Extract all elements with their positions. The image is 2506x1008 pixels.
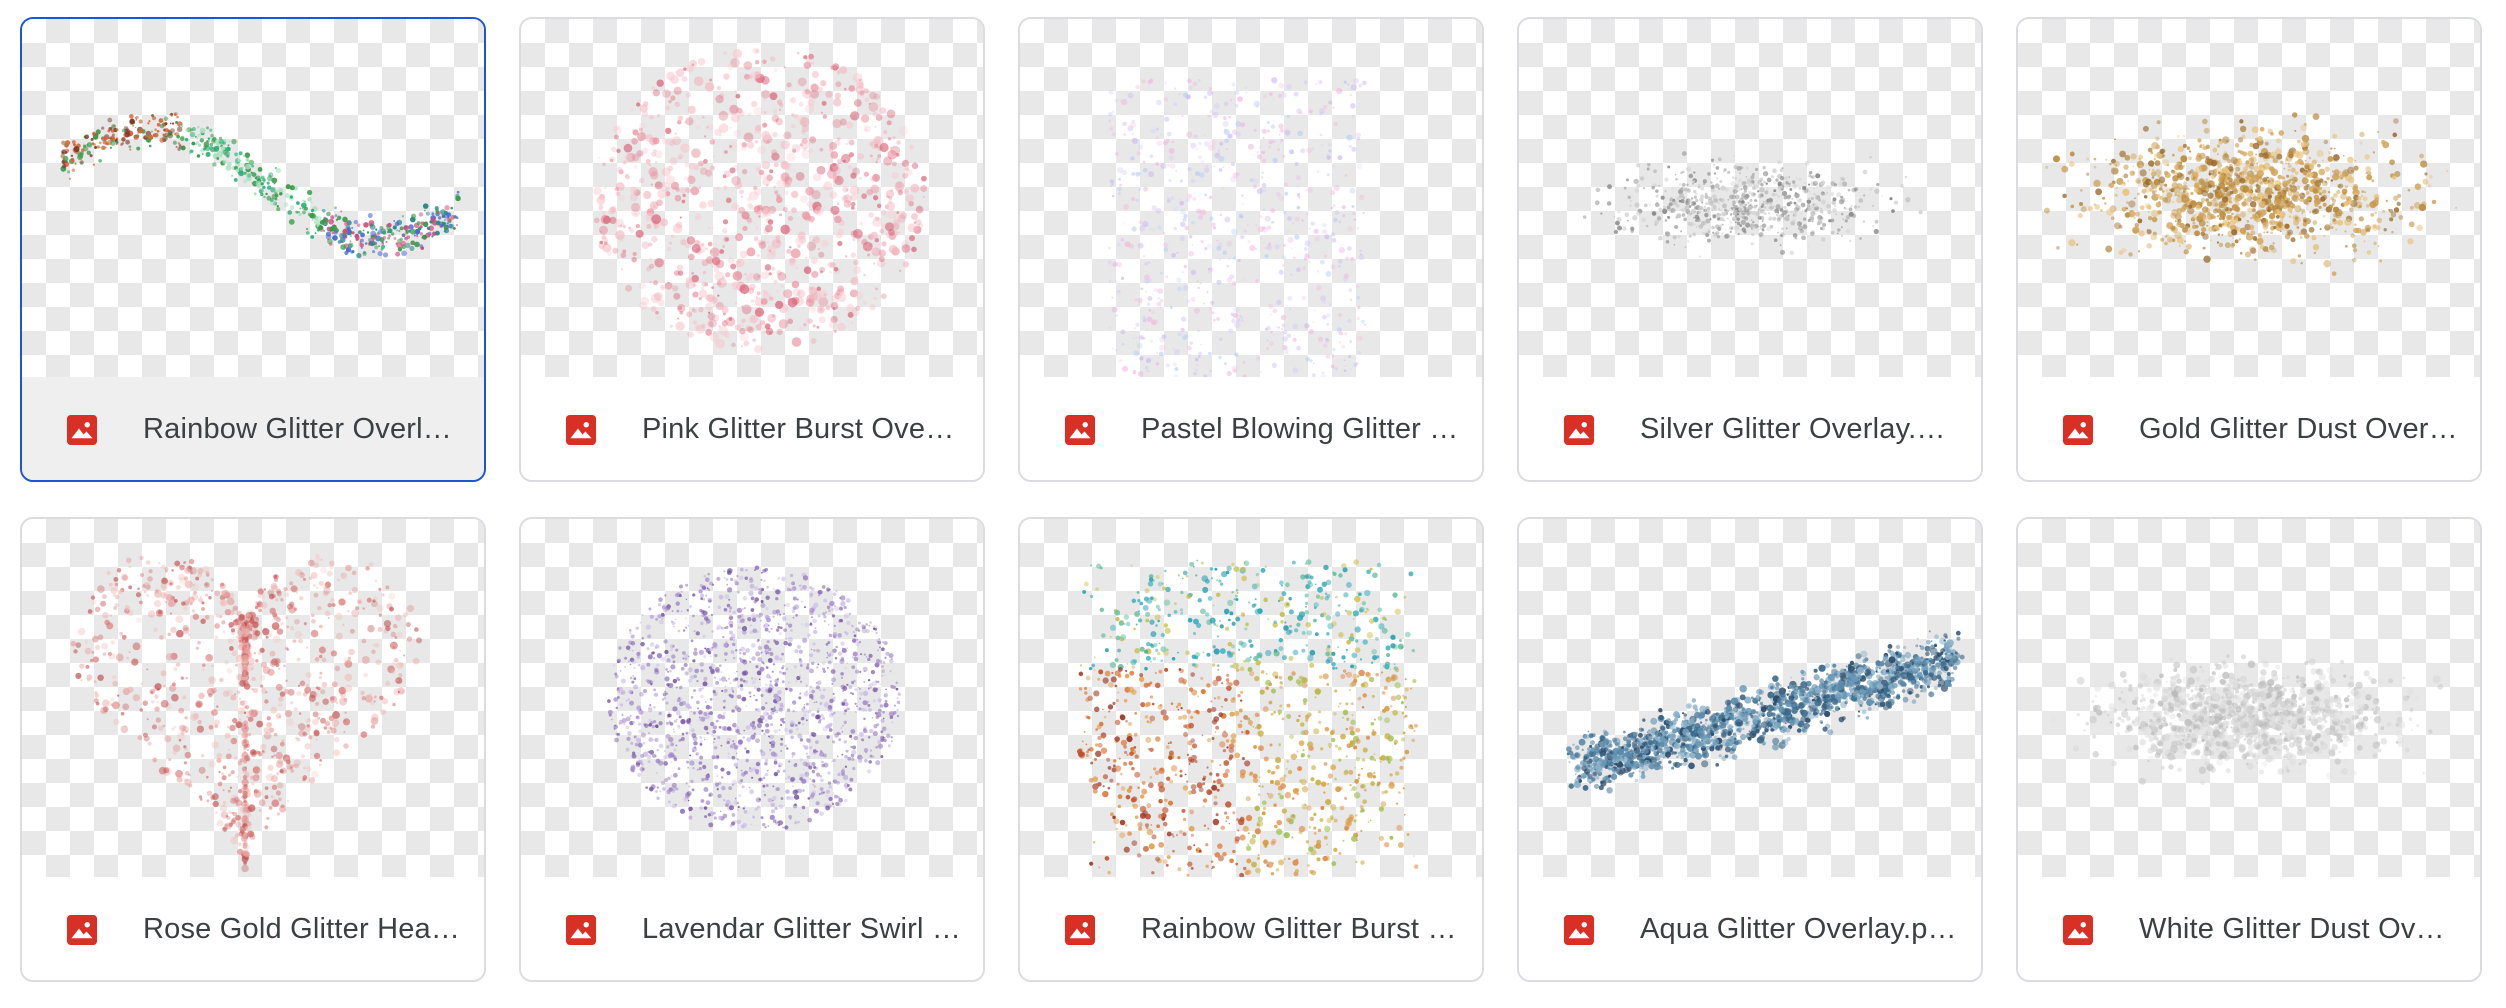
glitter-preview — [1565, 630, 1965, 794]
file-thumbnail — [2018, 19, 2480, 377]
image-file-icon — [1065, 914, 1095, 945]
image-file-icon — [566, 914, 596, 945]
glitter-preview — [607, 565, 901, 830]
image-file-icon — [2063, 414, 2093, 445]
file-thumbnail — [1020, 519, 1482, 877]
file-thumbnail — [521, 519, 983, 877]
file-card[interactable]: Aqua Glitter Overlay.png — [1517, 517, 1983, 982]
file-card-footer: Lavendar Glitter Swirl Overlay.png — [521, 877, 983, 980]
file-name: Pastel Blowing Glitter Overlay.png — [1141, 413, 1461, 445]
glitter-preview — [60, 112, 461, 259]
file-card-footer: Silver Glitter Overlay.png — [1519, 377, 1981, 480]
file-card[interactable]: Lavendar Glitter Swirl Overlay.png — [519, 517, 985, 982]
image-file-icon — [1564, 414, 1594, 445]
file-card[interactable]: Silver Glitter Overlay.png — [1517, 17, 1983, 482]
file-thumbnail — [1519, 19, 1981, 377]
file-card-footer: Pink Glitter Burst Overlay.png — [521, 377, 983, 480]
image-file-icon — [566, 414, 596, 445]
file-card[interactable]: Rainbow Glitter Burst Overlay.png — [1018, 517, 1484, 982]
file-card-footer: Aqua Glitter Overlay.png — [1519, 877, 1981, 980]
image-file-icon — [1065, 414, 1095, 445]
file-name: Rose Gold Glitter Heart Overlay.png — [143, 913, 463, 945]
file-card-footer: Pastel Blowing Glitter Overlay.png — [1020, 377, 1482, 480]
file-name: Gold Glitter Dust Overlay.png — [2139, 413, 2459, 445]
file-card[interactable]: Rainbow Glitter Overlay.png — [20, 17, 486, 482]
file-grid: Rainbow Glitter Overlay.png Pink Glitter… — [20, 17, 2482, 982]
file-card[interactable]: White Glitter Dust Overlay.png — [2016, 517, 2482, 982]
file-name: White Glitter Dust Overlay.png — [2139, 913, 2459, 945]
image-file-icon — [2063, 914, 2093, 945]
file-thumbnail — [1519, 519, 1981, 877]
file-thumbnail — [521, 19, 983, 377]
glitter-preview — [2049, 654, 2444, 785]
glitter-preview — [1076, 559, 1419, 877]
glitter-preview — [2044, 112, 2457, 276]
glitter-preview — [593, 47, 928, 354]
file-thumbnail — [22, 19, 484, 377]
file-card-footer: Rose Gold Glitter Heart Overlay.png — [22, 877, 484, 980]
file-name: Aqua Glitter Overlay.png — [1640, 913, 1960, 945]
file-thumbnail — [1020, 19, 1482, 377]
file-card-footer: Rainbow Glitter Overlay.png — [22, 377, 484, 480]
image-file-icon — [1564, 914, 1594, 945]
file-card[interactable]: Rose Gold Glitter Heart Overlay.png — [20, 517, 486, 982]
file-thumbnail — [2018, 519, 2480, 877]
file-name: Pink Glitter Burst Overlay.png — [642, 413, 962, 445]
file-card[interactable]: Gold Glitter Dust Overlay.png — [2016, 17, 2482, 482]
glitter-preview — [70, 553, 423, 873]
file-card-footer: Gold Glitter Dust Overlay.png — [2018, 377, 2480, 480]
file-name: Rainbow Glitter Burst Overlay.png — [1141, 913, 1461, 945]
file-name: Silver Glitter Overlay.png — [1640, 413, 1960, 445]
file-name: Rainbow Glitter Overlay.png — [143, 413, 463, 445]
image-file-icon — [67, 414, 97, 445]
file-name: Lavendar Glitter Swirl Overlay.png — [642, 913, 962, 945]
glitter-preview — [1107, 77, 1367, 377]
file-thumbnail — [22, 519, 484, 877]
file-card-footer: Rainbow Glitter Burst Overlay.png — [1020, 877, 1482, 980]
file-card[interactable]: Pastel Blowing Glitter Overlay.png — [1018, 17, 1484, 482]
image-file-icon — [67, 914, 97, 945]
file-card[interactable]: Pink Glitter Burst Overlay.png — [519, 17, 985, 482]
glitter-preview — [1582, 151, 1923, 258]
file-card-footer: White Glitter Dust Overlay.png — [2018, 877, 2480, 980]
